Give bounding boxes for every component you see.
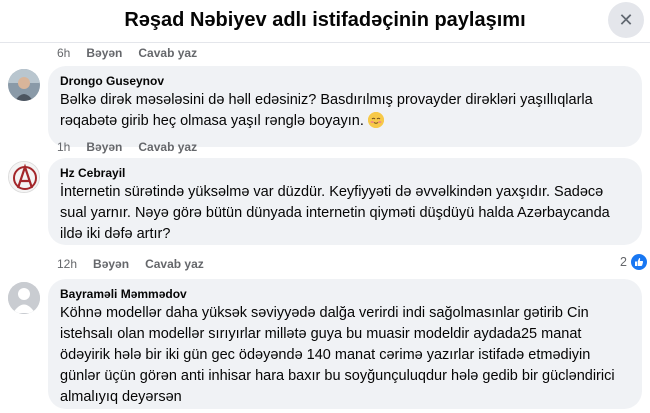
comment-time: 6h (57, 46, 71, 60)
default-user-icon (8, 282, 40, 314)
reply-link[interactable]: Cavab yaz (145, 257, 204, 271)
reply-link[interactable]: Cavab yaz (138, 46, 197, 60)
comment-meta-row: 12h Bəyən Cavab yaz (57, 257, 220, 271)
dialog-header: Rəşad Nəbiyev adlı istifadəçinin paylaşı… (0, 0, 650, 43)
avatar[interactable] (8, 69, 40, 101)
comment-text: Köhnə modellər daha yüksək səviyyədə dal… (60, 305, 615, 405)
comment-bubble: Bayraməli Məmmədov Köhnə modellər daha y… (48, 279, 642, 409)
comment-time: 12h (57, 257, 78, 271)
comment-meta-row: 6h Bəyən Cavab yaz (57, 46, 213, 60)
avatar[interactable] (8, 282, 40, 314)
smiling-face-emoji (367, 112, 384, 128)
reply-link[interactable]: Cavab yaz (138, 140, 197, 154)
comment-author[interactable]: Drongo Guseynov (60, 73, 630, 89)
comment-bubble: Hz Cebrayil İnternetin sürətində yüksəlm… (48, 158, 642, 245)
comment-author[interactable]: Bayraməli Məmmədov (60, 286, 630, 302)
avatar[interactable] (8, 161, 40, 193)
dialog-title: Rəşad Nəbiyev adlı istifadəçinin paylaşı… (124, 9, 526, 31)
comment-meta-row: 1h Bəyən Cavab yaz (57, 140, 213, 154)
close-icon: ✕ (618, 10, 634, 30)
anarchy-symbol-icon (9, 162, 39, 192)
like-link[interactable]: Bəyən (86, 46, 122, 60)
comment-text: İnternetin sürətində yüksəlmə var düzdür… (60, 184, 610, 242)
like-link[interactable]: Bəyən (86, 140, 122, 154)
comment-text: Bəlkə dirək məsələsini də həll edəsiniz?… (60, 92, 593, 129)
like-link[interactable]: Bəyən (93, 257, 129, 271)
reaction-count[interactable]: 2 (620, 253, 648, 271)
comment-text-wrap: Bəlkə dirək məsələsini də həll edəsiniz?… (60, 90, 630, 132)
comment-bubble: Drongo Guseynov Bəlkə dirək məsələsini d… (48, 66, 642, 147)
comment-time: 1h (57, 140, 71, 154)
close-button[interactable]: ✕ (608, 2, 644, 38)
reaction-count-label: 2 (620, 255, 627, 269)
avatar-photo-icon (8, 69, 40, 101)
comment-author[interactable]: Hz Cebrayil (60, 165, 630, 181)
like-reaction-icon (629, 253, 648, 271)
